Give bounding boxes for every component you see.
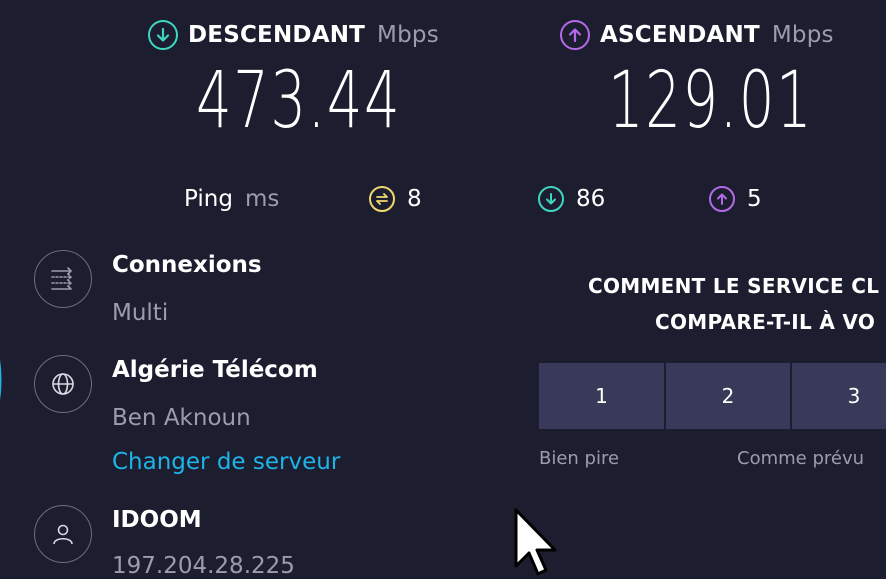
download-latency-value: 86 xyxy=(576,186,606,212)
download-speed-value: 473.44 xyxy=(196,56,402,146)
rating-option-2[interactable]: 2 xyxy=(666,363,790,429)
rating-option-3[interactable]: 3 xyxy=(792,363,886,429)
mouse-cursor-icon xyxy=(514,508,557,576)
idle-latency-value: 8 xyxy=(407,186,422,212)
rating-option-label: 2 xyxy=(721,384,735,408)
upload-speed-value: 129.01 xyxy=(608,56,814,146)
upload-latency-value: 5 xyxy=(747,186,762,212)
server-isp-name: Algérie Télécom xyxy=(112,357,318,383)
rating-option-label: 3 xyxy=(847,384,861,408)
download-latency: 86 xyxy=(538,186,605,212)
rating-option-1[interactable]: 1 xyxy=(539,363,664,429)
rating-hint-mid: Comme prévu xyxy=(737,448,865,469)
connections-mode[interactable]: Multi xyxy=(112,300,168,326)
upload-header: ASCENDANT Mbps xyxy=(560,20,834,50)
gauge-arc-fragment xyxy=(0,359,2,401)
download-label: DESCENDANT xyxy=(188,22,366,48)
rating-option-label: 1 xyxy=(595,384,608,408)
rating-hint-low: Bien pire xyxy=(539,448,620,469)
connections-icon xyxy=(34,250,92,308)
host-ip-address: 197.204.28.225 xyxy=(112,553,295,579)
ping-label: Ping xyxy=(184,186,233,212)
upload-unit: Mbps xyxy=(771,22,834,48)
change-server-link[interactable]: Changer de serveur xyxy=(112,449,340,475)
host-name: IDOOM xyxy=(112,507,202,533)
arrow-down-circle-icon xyxy=(148,20,178,50)
server-location: Ben Aknoun xyxy=(112,405,251,431)
user-icon xyxy=(34,505,92,563)
globe-icon xyxy=(34,355,92,413)
rating-question-line2: COMPARE-T-IL À VO xyxy=(655,310,876,334)
arrow-down-circle-icon xyxy=(538,186,564,212)
download-unit: Mbps xyxy=(377,22,439,48)
download-header: DESCENDANT Mbps xyxy=(148,20,439,50)
arrow-up-circle-icon xyxy=(560,20,590,50)
arrow-up-circle-icon xyxy=(709,186,735,212)
upload-latency: 5 xyxy=(709,186,762,212)
ping-unit: ms xyxy=(244,186,280,212)
idle-latency-icon xyxy=(369,186,395,212)
idle-latency: 8 xyxy=(369,186,422,212)
rating-question-line1: COMMENT LE SERVICE CL xyxy=(588,274,880,298)
upload-label: ASCENDANT xyxy=(600,22,760,48)
connections-title: Connexions xyxy=(112,252,262,278)
ping-label-group: Ping ms xyxy=(184,186,279,212)
